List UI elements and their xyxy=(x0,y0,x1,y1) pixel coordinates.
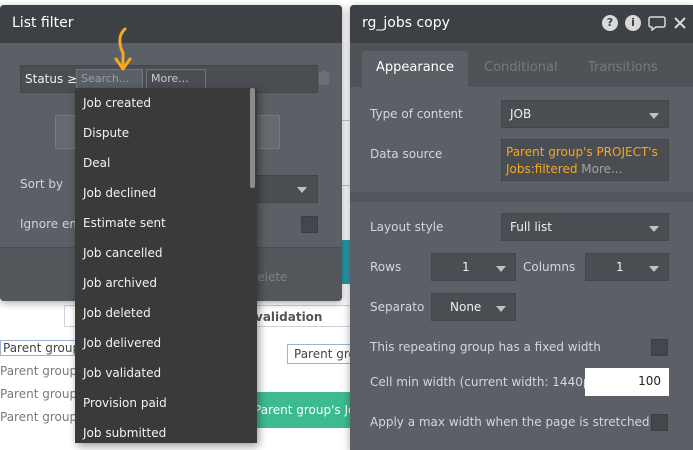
chevron-down-icon xyxy=(297,187,307,193)
rows-label: Rows xyxy=(370,260,402,274)
dropdown-option[interactable]: Dispute xyxy=(75,118,257,148)
condition-more-button[interactable]: More... xyxy=(146,69,206,89)
separator-label: Separato xyxy=(370,300,425,314)
status-options-dropdown: Job created Dispute Deal Job declined Es… xyxy=(75,88,257,443)
max-width-checkbox[interactable] xyxy=(651,414,668,431)
sort-by-label: Sort by xyxy=(20,177,64,191)
separator-select[interactable]: None xyxy=(431,293,516,321)
dropdown-option[interactable]: Job cancelled xyxy=(75,238,257,268)
list-filter-title: List filter xyxy=(12,15,74,31)
data-source-expression[interactable]: Parent group's PROJECT's Jobs:filtered M… xyxy=(501,139,669,181)
header-icons: ? i xyxy=(602,15,687,31)
list-filter-header: List filter xyxy=(0,5,342,43)
chevron-down-icon xyxy=(649,226,659,232)
fixed-width-label: This repeating group has a fixed width xyxy=(370,340,601,354)
close-icon[interactable] xyxy=(673,15,687,31)
chevron-down-icon xyxy=(649,113,659,119)
canvas-field: Parent grou xyxy=(287,344,351,364)
columns-select[interactable]: 1 xyxy=(585,253,669,281)
cell-min-width-input[interactable]: 100 xyxy=(585,368,669,396)
dropdown-option[interactable]: Job created xyxy=(75,88,257,118)
ignore-empty-label: Ignore em xyxy=(20,217,82,231)
columns-label: Columns xyxy=(523,260,576,274)
condition-label: Status ≥ xyxy=(25,72,78,86)
dropdown-option[interactable]: Job declined xyxy=(75,178,257,208)
trash-icon[interactable] xyxy=(318,71,330,85)
canvas-text: Parent group's xyxy=(0,364,87,378)
dropdown-option[interactable]: Job submitted xyxy=(75,418,257,443)
dropdown-option[interactable]: Job archived xyxy=(75,268,257,298)
sort-by-select[interactable] xyxy=(255,175,318,203)
columns-value: 1 xyxy=(616,260,624,274)
orange-arrow-icon xyxy=(114,27,132,71)
info-icon[interactable]: i xyxy=(625,15,641,31)
layout-style-value: Full list xyxy=(510,220,552,234)
property-editor-header: rg_jobs copy ? i xyxy=(350,5,693,43)
canvas-text: Parent group's xyxy=(0,410,87,424)
tab-appearance[interactable]: Appearance xyxy=(362,51,469,87)
tab-conditional[interactable]: Conditional xyxy=(470,51,572,87)
tab-transitions[interactable]: Transitions xyxy=(574,51,672,87)
section-divider xyxy=(350,192,693,202)
separator-value: None xyxy=(450,300,482,314)
dropdown-option[interactable]: Job validated xyxy=(75,358,257,388)
data-source-label: Data source xyxy=(370,147,443,161)
type-of-content-select[interactable]: JOB xyxy=(501,100,669,128)
dropdown-scrollbar[interactable] xyxy=(250,88,255,188)
chevron-down-icon xyxy=(649,266,659,272)
layout-style-select[interactable]: Full list xyxy=(501,213,669,241)
rows-value: 1 xyxy=(462,260,470,274)
chevron-down-icon xyxy=(496,266,506,272)
data-source-more[interactable]: More... xyxy=(581,162,622,176)
layout-style-label: Layout style xyxy=(370,220,444,234)
canvas-text: Parent group's xyxy=(0,387,87,401)
dropdown-option[interactable]: Deal xyxy=(75,148,257,178)
dropdown-option[interactable]: Provision paid xyxy=(75,388,257,418)
dropdown-option[interactable]: Job delivered xyxy=(75,328,257,358)
chevron-down-icon xyxy=(496,306,506,312)
canvas-green-button: Parent group's Jo xyxy=(248,392,358,428)
cell-min-width-label: Cell min width (current width: 1440px) xyxy=(370,375,603,389)
fixed-width-checkbox[interactable] xyxy=(651,339,668,356)
dropdown-option[interactable]: Estimate sent xyxy=(75,208,257,238)
help-icon[interactable]: ? xyxy=(602,15,618,31)
canvas-heading: validation xyxy=(255,310,323,324)
property-tabs: Appearance Conditional Transitions xyxy=(350,43,693,87)
dropdown-option[interactable]: Job deleted xyxy=(75,298,257,328)
type-of-content-label: Type of content xyxy=(370,107,463,121)
type-of-content-value: JOB xyxy=(510,107,532,121)
comment-icon[interactable] xyxy=(648,15,666,31)
rows-select[interactable]: 1 xyxy=(431,253,516,281)
element-name-title: rg_jobs copy xyxy=(362,15,450,31)
max-width-label: Apply a max width when the page is stret… xyxy=(370,415,650,429)
ignore-empty-checkbox[interactable] xyxy=(301,216,318,233)
